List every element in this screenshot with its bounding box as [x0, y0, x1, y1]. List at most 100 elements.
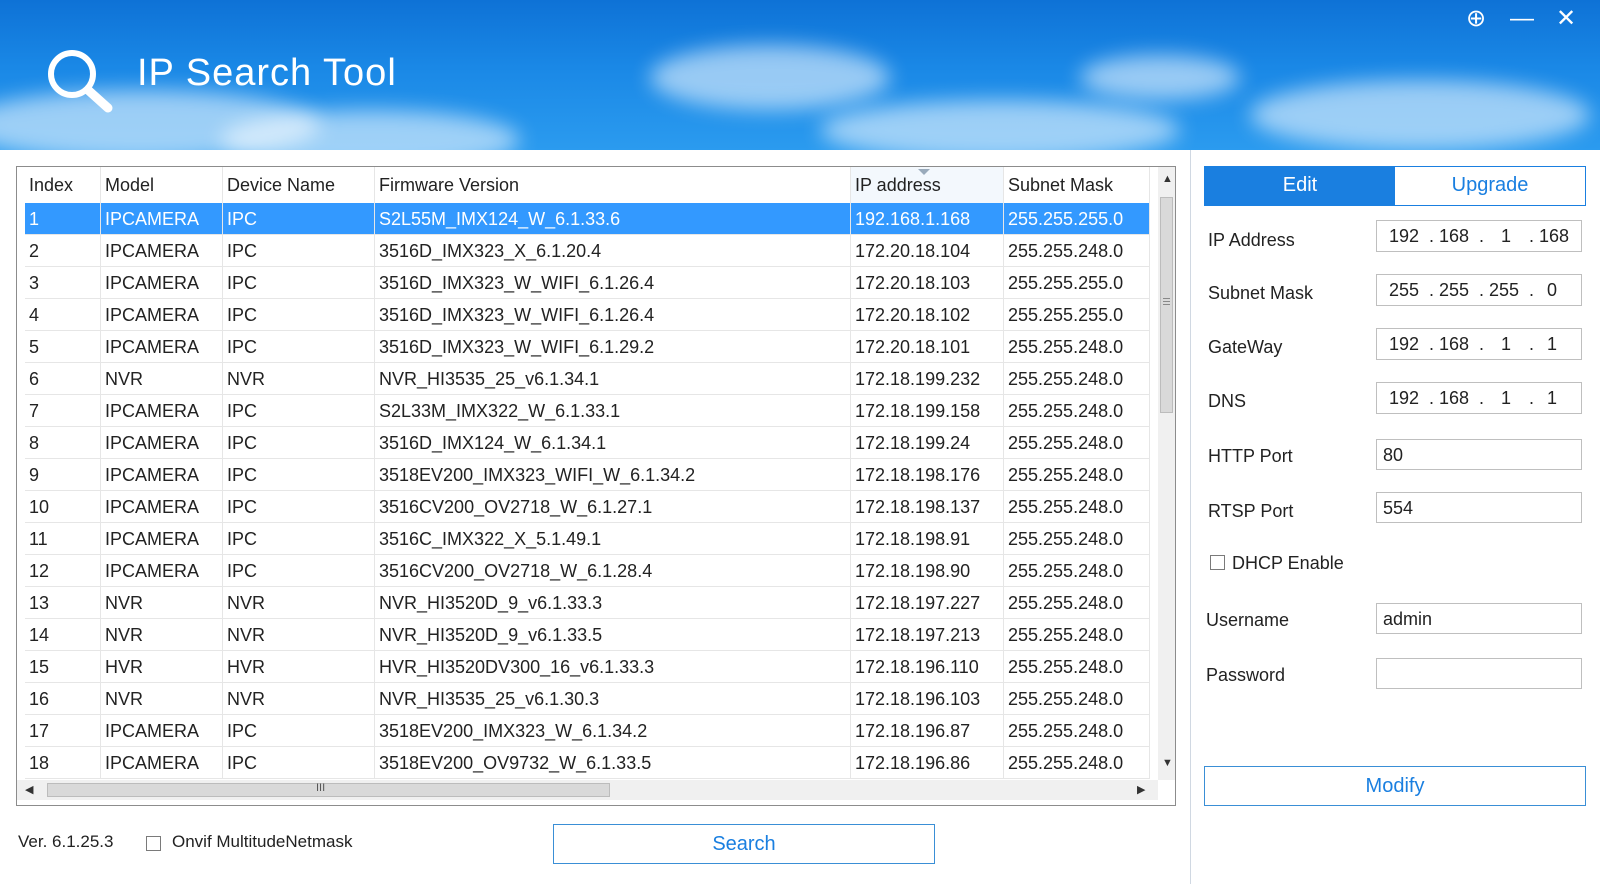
cell-model: HVR: [101, 651, 223, 683]
table-row[interactable]: 13 NVR NVR NVR_HI3520D_9_v6.1.33.3 172.18.19…: [25, 587, 1150, 619]
horizontal-scrollbar[interactable]: ◀ III ▶: [17, 780, 1158, 800]
cell-ip-address: 172.18.199.232: [851, 363, 1004, 395]
dhcp-label: DHCP Enable: [1232, 553, 1344, 573]
cell-device-name: IPC: [223, 331, 375, 363]
password-field[interactable]: [1376, 658, 1582, 689]
table-row[interactable]: 11 IPCAMERA IPC 3516C_IMX322_X_5.1.49.1 172.…: [25, 523, 1150, 555]
cell-firmware: 3516D_IMX323_W_WIFI_6.1.26.4: [375, 267, 851, 299]
table-row[interactable]: 18 IPCAMERA IPC 3518EV200_OV9732_W_6.1.33.5…: [25, 747, 1150, 779]
table-row[interactable]: 5 IPCAMERA IPC 3516D_IMX323_W_WIFI_6.1.29.2…: [25, 331, 1150, 363]
search-button[interactable]: Search: [553, 824, 935, 864]
cell-firmware: NVR_HI3535_25_v6.1.34.1: [375, 363, 851, 395]
column-model[interactable]: Model: [101, 167, 223, 203]
cell-index: 18: [25, 747, 101, 779]
onvif-checkbox[interactable]: [146, 836, 161, 851]
cell-index: 9: [25, 459, 101, 491]
column-subnet-mask[interactable]: Subnet Mask: [1004, 167, 1150, 203]
dns-label: DNS: [1208, 391, 1247, 411]
tab-upgrade[interactable]: Upgrade: [1395, 167, 1585, 205]
rtsp-port-field[interactable]: 554: [1376, 492, 1582, 523]
cell-index: 13: [25, 587, 101, 619]
table-row[interactable]: 17 IPCAMERA IPC 3518EV200_IMX323_W_6.1.34.2…: [25, 715, 1150, 747]
cell-device-name: NVR: [223, 363, 375, 395]
modify-button[interactable]: Modify: [1204, 766, 1586, 806]
scroll-left-icon[interactable]: ◀: [25, 783, 33, 796]
scroll-grip-label: III: [316, 782, 326, 794]
cell-subnet-mask: 255.255.248.0: [1004, 331, 1150, 363]
vertical-scrollbar[interactable]: ▲ ▼: [1158, 167, 1175, 780]
subnet-mask-field[interactable]: 255 . 255 . 255 . 0: [1376, 274, 1582, 306]
scroll-down-icon[interactable]: ▼: [1162, 757, 1173, 769]
gw-dot: .: [1479, 334, 1485, 354]
table-row[interactable]: 2 IPCAMERA IPC 3516D_IMX323_X_6.1.20.4 172.2…: [25, 235, 1150, 267]
minimize-button[interactable]: —: [1506, 4, 1538, 34]
column-device-name[interactable]: Device Name: [223, 167, 375, 203]
gw-dot: .: [1429, 334, 1435, 354]
table-row[interactable]: 15 HVR HVR HVR_HI3520DV300_16_v6.1.33.3 172.…: [25, 651, 1150, 683]
cell-index: 7: [25, 395, 101, 427]
cell-ip-address: 172.18.198.90: [851, 555, 1004, 587]
table-row[interactable]: 8 IPCAMERA IPC 3516D_IMX124_W_6.1.34.1 172.1…: [25, 427, 1150, 459]
cell-model: IPCAMERA: [101, 299, 223, 331]
table-row[interactable]: 6 NVR NVR NVR_HI3535_25_v6.1.34.1 172.18.199…: [25, 363, 1150, 395]
table-row[interactable]: 1 IPCAMERA IPC S2L55M_IMX124_W_6.1.33.6 192.…: [25, 203, 1150, 235]
cell-device-name: NVR: [223, 683, 375, 715]
cell-index: 15: [25, 651, 101, 683]
username-field[interactable]: admin: [1376, 603, 1582, 634]
cell-subnet-mask: 255.255.248.0: [1004, 523, 1150, 555]
cell-subnet-mask: 255.255.248.0: [1004, 427, 1150, 459]
table-row[interactable]: 14 NVR NVR NVR_HI3520D_9_v6.1.33.5 172.18.19…: [25, 619, 1150, 651]
dns-seg-3: 1: [1501, 388, 1512, 408]
cloud-decoration: [650, 45, 890, 110]
cell-index: 4: [25, 299, 101, 331]
gateway-field[interactable]: 192 . 168 . 1 . 1: [1376, 328, 1582, 360]
cell-device-name: IPC: [223, 299, 375, 331]
tab-edit[interactable]: Edit: [1205, 167, 1395, 205]
cell-subnet-mask: 255.255.255.0: [1004, 299, 1150, 331]
ip-dot: .: [1479, 226, 1485, 246]
dns-field[interactable]: 192 . 168 . 1 . 1: [1376, 382, 1582, 414]
cell-index: 14: [25, 619, 101, 651]
table-row[interactable]: 4 IPCAMERA IPC 3516D_IMX323_W_WIFI_6.1.26.4…: [25, 299, 1150, 331]
table-row[interactable]: 7 IPCAMERA IPC S2L33M_IMX322_W_6.1.33.1 172.…: [25, 395, 1150, 427]
cell-index: 2: [25, 235, 101, 267]
table-row[interactable]: 9 IPCAMERA IPC 3518EV200_IMX323_WIFI_W_6.1.…: [25, 459, 1150, 491]
cell-subnet-mask: 255.255.248.0: [1004, 491, 1150, 523]
cell-device-name: IPC: [223, 395, 375, 427]
close-button[interactable]: ✕: [1550, 4, 1582, 34]
scroll-up-icon[interactable]: ▲: [1162, 173, 1173, 185]
cell-firmware: 3516C_IMX322_X_5.1.49.1: [375, 523, 851, 555]
column-index[interactable]: Index: [25, 167, 101, 203]
cloud-decoration: [1080, 55, 1240, 100]
mask-seg-1: 255: [1389, 280, 1420, 300]
cell-index: 10: [25, 491, 101, 523]
cell-ip-address: 172.18.197.213: [851, 619, 1004, 651]
maximize-button[interactable]: ⊕: [1460, 4, 1492, 34]
dhcp-checkbox[interactable]: [1210, 555, 1225, 570]
cell-index: 5: [25, 331, 101, 363]
mask-dot: .: [1529, 280, 1535, 300]
dns-dot: .: [1429, 388, 1435, 408]
cell-firmware: NVR_HI3535_25_v6.1.30.3: [375, 683, 851, 715]
table-row[interactable]: 12 IPCAMERA IPC 3516CV200_OV2718_W_6.1.28.4…: [25, 555, 1150, 587]
ip-address-field[interactable]: 192 . 168 . 1 . 168: [1376, 220, 1582, 252]
panel-divider: [1190, 150, 1191, 884]
table-row[interactable]: 3 IPCAMERA IPC 3516D_IMX323_W_WIFI_6.1.26.4…: [25, 267, 1150, 299]
vertical-scroll-thumb[interactable]: [1160, 197, 1173, 413]
cell-firmware: HVR_HI3520DV300_16_v6.1.33.3: [375, 651, 851, 683]
panel-tabs: Edit Upgrade: [1204, 166, 1586, 206]
table-row[interactable]: 16 NVR NVR NVR_HI3535_25_v6.1.30.3 172.18.19…: [25, 683, 1150, 715]
sort-arrow-icon: [918, 169, 930, 175]
table-row[interactable]: 10 IPCAMERA IPC 3516CV200_OV2718_W_6.1.27.1…: [25, 491, 1150, 523]
scroll-right-icon[interactable]: ▶: [1137, 783, 1145, 796]
cell-index: 8: [25, 427, 101, 459]
cell-firmware: 3516CV200_OV2718_W_6.1.28.4: [375, 555, 851, 587]
horizontal-scroll-thumb[interactable]: III: [47, 782, 610, 797]
http-port-field[interactable]: 80: [1376, 439, 1582, 470]
cell-device-name: IPC: [223, 523, 375, 555]
cell-firmware: 3516D_IMX323_W_WIFI_6.1.29.2: [375, 331, 851, 363]
column-firmware[interactable]: Firmware Version: [375, 167, 851, 203]
cell-index: 17: [25, 715, 101, 747]
dns-seg-4: 1: [1547, 388, 1558, 408]
cell-firmware: NVR_HI3520D_9_v6.1.33.5: [375, 619, 851, 651]
